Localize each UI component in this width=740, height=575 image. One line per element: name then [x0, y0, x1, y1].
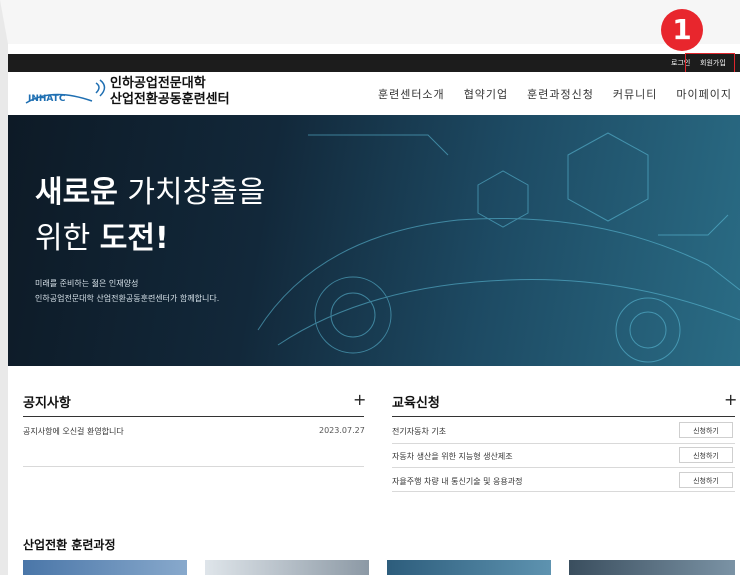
- notice-more-button[interactable]: +: [353, 390, 366, 409]
- site-title-line2: 산업전환공동훈련센터: [110, 92, 230, 107]
- apply-button-2[interactable]: 신청하기: [679, 447, 733, 463]
- site-title-line1: 인하공업전문대학: [110, 76, 206, 91]
- course-line-2: [392, 467, 735, 468]
- notice-item-date: 2023.07.27: [319, 426, 365, 435]
- hero-subtext: 미래를 준비하는 젊은 인재양성 인하공업전문대학 산업전환공동훈련센터가 함께…: [35, 276, 219, 306]
- hero-sub-line1: 미래를 준비하는 젊은 인재양성: [35, 279, 139, 288]
- application-divider: [392, 416, 735, 417]
- course-item-2[interactable]: 자동차 생산을 위한 지능형 생산제조: [392, 451, 513, 462]
- course-item-1[interactable]: 전기자동차 기초: [392, 426, 446, 437]
- training-section-title: 산업전환 훈련과정: [23, 538, 116, 552]
- hero-headline: 새로운 가치창출을 위한 도전!: [35, 170, 265, 262]
- training-thumb-3[interactable]: [387, 560, 551, 575]
- signup-highlight-box: [685, 53, 735, 74]
- notice-item-title[interactable]: 공지사항에 오신걸 환영합니다: [23, 426, 124, 437]
- hero-headline-bold-1: 새로운: [35, 175, 118, 210]
- application-section-title: 교육신청: [392, 396, 440, 411]
- logo-text: INHATC: [28, 94, 66, 104]
- apply-button-1[interactable]: 신청하기: [679, 422, 733, 438]
- hero-headline-bold-2: 도전!: [99, 221, 169, 256]
- training-thumb-4[interactable]: [569, 560, 735, 575]
- nav-partner-companies[interactable]: 협약기업: [464, 86, 508, 102]
- course-item-3[interactable]: 자율주행 차량 내 통신기술 및 응용과정: [392, 476, 522, 487]
- notice-bottom-line: [23, 466, 364, 467]
- nav-center-intro[interactable]: 훈련센터소개: [378, 86, 445, 102]
- main-nav: 훈련센터소개 협약기업 훈련과정신청 커뮤니티 마이페이지: [359, 72, 732, 115]
- nav-community[interactable]: 커뮤니티: [613, 86, 657, 102]
- application-more-button[interactable]: +: [724, 390, 737, 409]
- hero-headline-rest-1: 가치창출을: [117, 175, 266, 210]
- apply-button-3[interactable]: 신청하기: [679, 472, 733, 488]
- course-line-1: [392, 443, 735, 444]
- hero-banner: 새로운 가치창출을 위한 도전! 미래를 준비하는 젊은 인재양성 인하공업전문…: [8, 115, 740, 366]
- top-utility-bar: 로그인 회원가입: [8, 54, 740, 72]
- step-badge: 1: [661, 9, 703, 51]
- training-thumb-2[interactable]: [205, 560, 369, 575]
- hero-sub-line2: 인하공업전문대학 산업전환공동훈련센터가 함께합니다.: [35, 294, 220, 303]
- training-thumb-1[interactable]: [23, 560, 187, 575]
- notice-divider: [23, 416, 364, 417]
- site-header: INHATC 인하공업전문대학 산업전환공동훈련센터 훈련센터소개 협약기업 훈…: [8, 72, 740, 116]
- hero-headline-pre-2: 위한: [35, 221, 100, 256]
- nav-my-page[interactable]: 마이페이지: [676, 86, 732, 102]
- notice-section-title: 공지사항: [23, 396, 71, 411]
- course-line-3: [392, 491, 735, 492]
- nav-course-application[interactable]: 훈련과정신청: [527, 86, 594, 102]
- site-title: 인하공업전문대학 산업전환공동훈련센터: [110, 76, 230, 108]
